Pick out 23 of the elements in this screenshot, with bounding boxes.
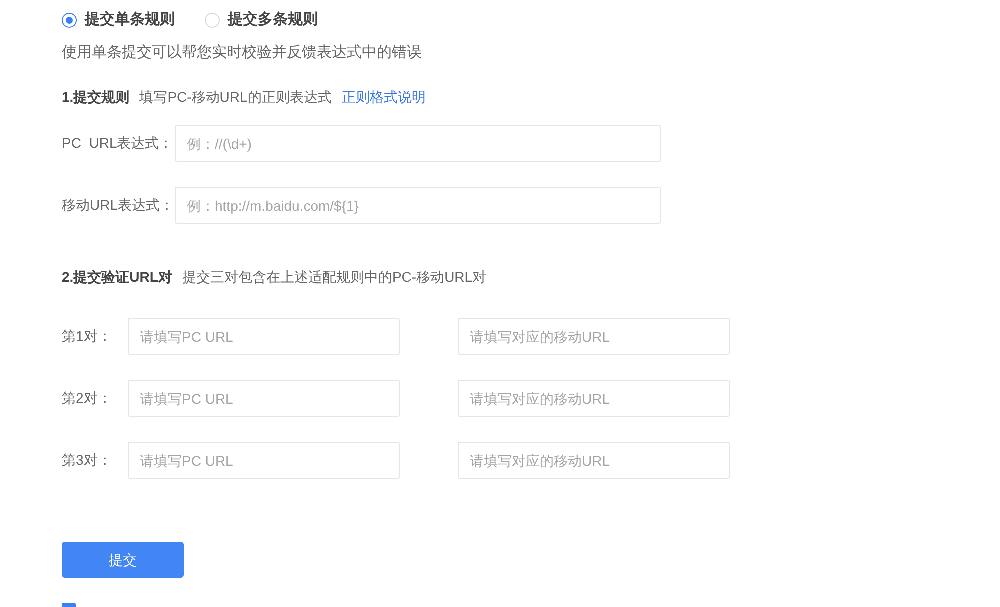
section-title: 1.提交规则 — [62, 88, 130, 107]
radio-label[interactable]: 提交单条规则 — [85, 10, 175, 30]
expression-input[interactable]: 例：//(\d+) — [175, 125, 661, 162]
section-hint: 填写PC-移动URL的正则表达式 — [140, 88, 332, 107]
radio-label[interactable]: 提交多条规则 — [228, 10, 318, 30]
pc-url-input[interactable]: 请填写PC URL — [128, 442, 400, 479]
field-label: 移动URL表达式： — [62, 196, 169, 215]
description-text: 使用单条提交可以帮您实时校验并反馈表达式中的错误 — [62, 43, 422, 63]
expression-input[interactable]: 例：http://m.baidu.com/${1} — [175, 187, 661, 224]
format-help-link[interactable]: 正则格式说明 — [342, 87, 426, 107]
section-hint: 提交三对包含在上述适配规则中的PC-移动URL对 — [182, 268, 487, 287]
field-label: PC URL表达式： — [62, 134, 169, 153]
pair-label: 第3对： — [62, 451, 113, 470]
pc-url-input[interactable]: 请填写PC URL — [128, 318, 400, 355]
radio-button[interactable] — [62, 12, 77, 28]
mobile-url-input[interactable]: 请填写对应的移动URL — [458, 380, 730, 417]
pair-label: 第1对： — [62, 327, 113, 346]
pair-label: 第2对： — [62, 389, 113, 408]
pc-url-input[interactable]: 请填写PC URL — [128, 380, 400, 417]
section-title: 2.提交验证URL对 — [62, 268, 172, 287]
mobile-url-input[interactable]: 请填写对应的移动URL — [458, 442, 730, 479]
mobile-url-input[interactable]: 请填写对应的移动URL — [458, 318, 730, 355]
submit-button[interactable]: 提交 — [62, 542, 184, 578]
